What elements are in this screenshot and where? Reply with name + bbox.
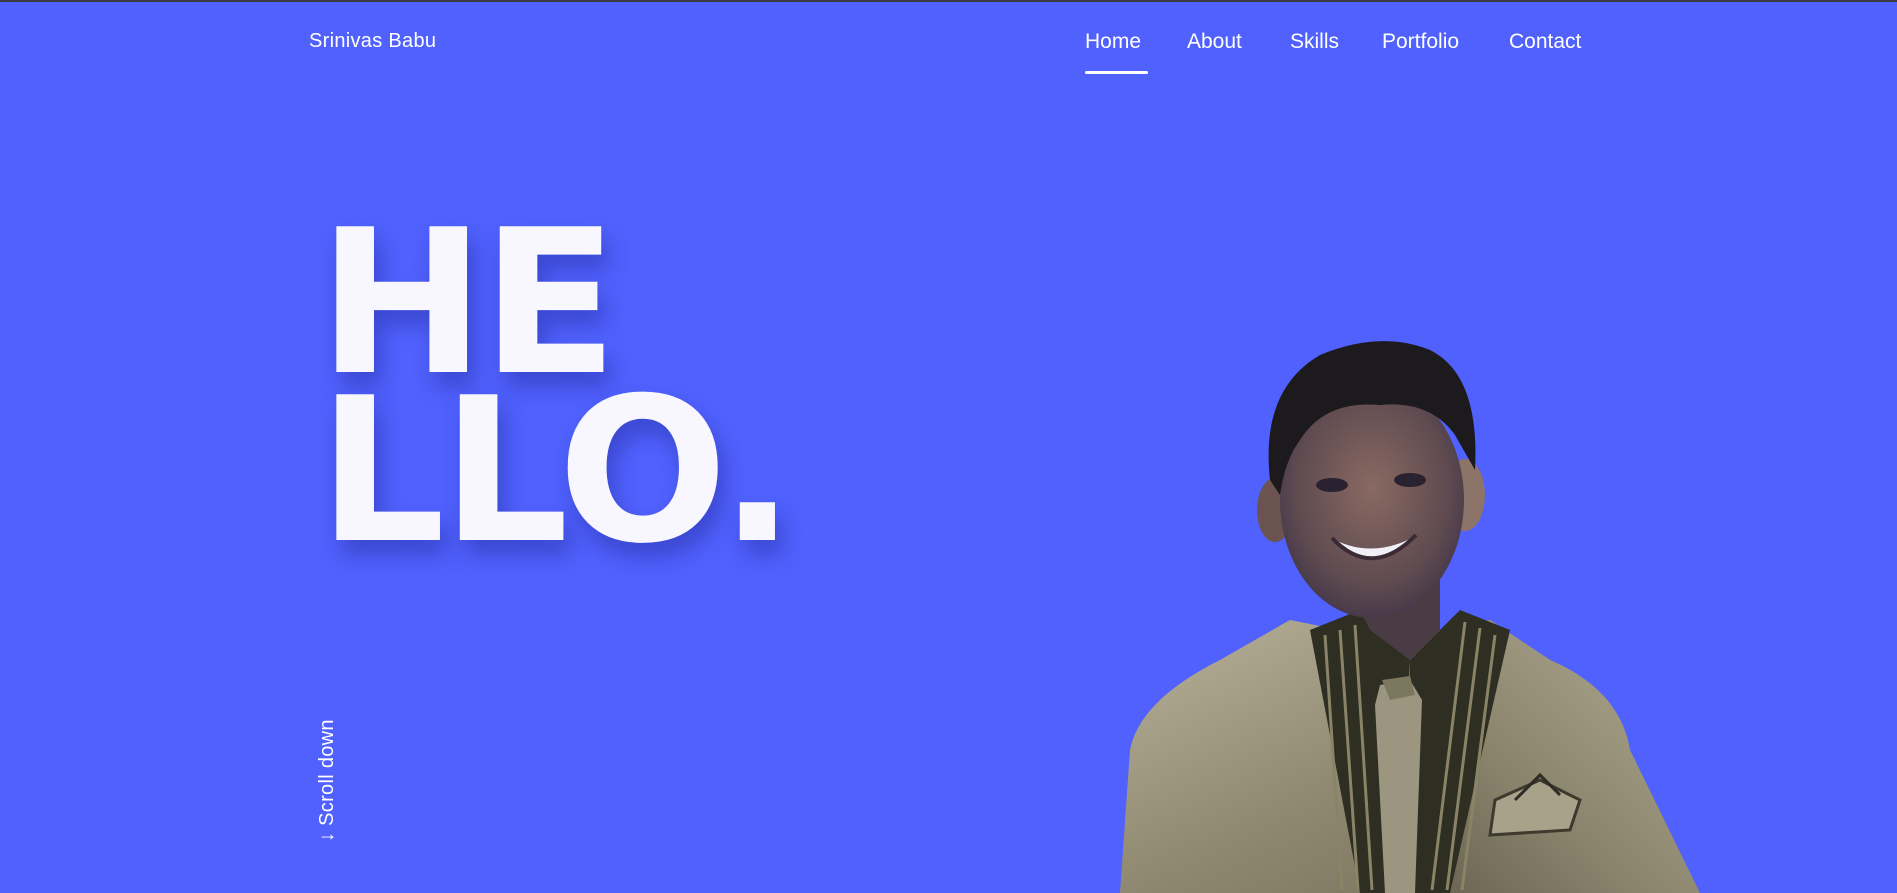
hero-greeting-line-2: LLO. — [318, 355, 795, 588]
hero-greeting: HE LLO. — [318, 204, 795, 588]
scroll-down-link[interactable]: ↓ Scroll down — [316, 719, 339, 842]
nav-item-label: Portfolio — [1382, 30, 1460, 53]
nav-item-skills[interactable]: Skills — [1290, 30, 1339, 54]
nav-item-label: Contact — [1509, 30, 1582, 53]
nav-item-label: Home — [1085, 30, 1142, 53]
nav-item-about[interactable]: About — [1187, 30, 1242, 54]
window-top-border — [0, 0, 1897, 2]
brand-name[interactable]: Srinivas Babu — [309, 30, 436, 53]
nav-item-contact[interactable]: Contact — [1509, 30, 1581, 54]
nav-item-label: About — [1187, 30, 1242, 53]
nav-item-label: Skills — [1290, 30, 1340, 53]
profile-photo — [1120, 341, 1700, 893]
scroll-down-label: ↓ Scroll down — [316, 719, 338, 842]
nav-item-home[interactable]: Home — [1085, 30, 1148, 74]
active-nav-underline — [1085, 71, 1148, 74]
nav-item-portfolio[interactable]: Portfolio — [1382, 30, 1459, 54]
